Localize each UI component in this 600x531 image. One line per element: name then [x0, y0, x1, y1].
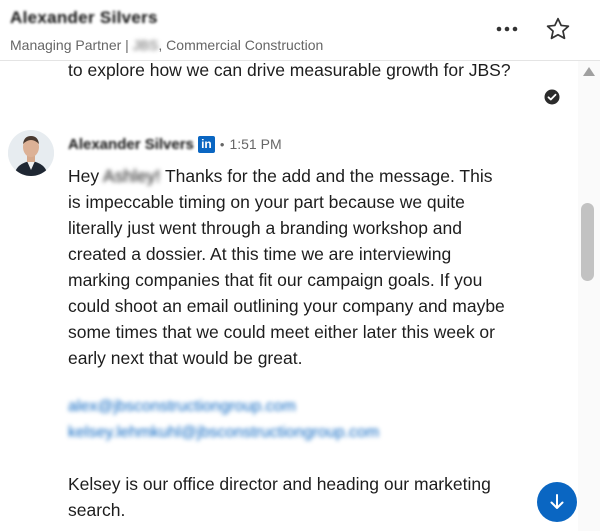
message-thread[interactable]: to explore how we can drive measurable g… [0, 61, 578, 531]
headline-company: JBS [132, 37, 159, 53]
contact-headline: Managing Partner | JBS, Commercial Const… [10, 37, 323, 53]
star-conversation-button[interactable] [542, 13, 574, 45]
sender-name[interactable]: Alexander Silvers [68, 136, 194, 153]
scroll-up-arrow-icon[interactable] [583, 67, 595, 76]
email-link[interactable]: alex@jbsconstructiongroup.com [68, 398, 296, 416]
linkedin-icon: in [197, 135, 215, 153]
previous-message-text: to explore how we can drive measurable g… [68, 61, 511, 80]
email-link[interactable]: kelsey.lehmkuhl@jbsconstructiongroup.com [68, 424, 379, 442]
sender-avatar[interactable] [8, 130, 54, 176]
headline-role: Managing Partner | [10, 37, 133, 53]
message-greeting: Hey [68, 166, 104, 186]
contact-name[interactable]: Alexander Silvers [10, 8, 158, 28]
recipient-name: Ashley! [103, 166, 161, 186]
arrow-down-icon [550, 494, 564, 509]
message-meta: Alexander Silvers in • 1:51 PM [68, 133, 282, 155]
read-receipt-check-icon [544, 89, 560, 105]
message-tail-text: Kelsey is our office director and headin… [68, 474, 491, 520]
headline-rest: , Commercial Construction [158, 37, 324, 53]
star-icon [546, 17, 570, 40]
message-body-text: Thanks for the add and the message. This… [68, 166, 505, 368]
scrollbar[interactable] [578, 61, 600, 531]
scrollbar-thumb[interactable] [581, 203, 594, 281]
meta-separator: • [219, 136, 225, 152]
more-options-icon [496, 26, 518, 32]
conversation-header: Alexander Silvers Managing Partner | JBS… [0, 0, 600, 61]
avatar-photo [8, 130, 54, 176]
jump-to-latest-button[interactable] [537, 482, 577, 522]
message-time: 1:51 PM [229, 136, 282, 152]
message-body: Hey Ashley! Thanks for the add and the m… [68, 163, 508, 371]
more-options-button[interactable] [490, 14, 524, 44]
